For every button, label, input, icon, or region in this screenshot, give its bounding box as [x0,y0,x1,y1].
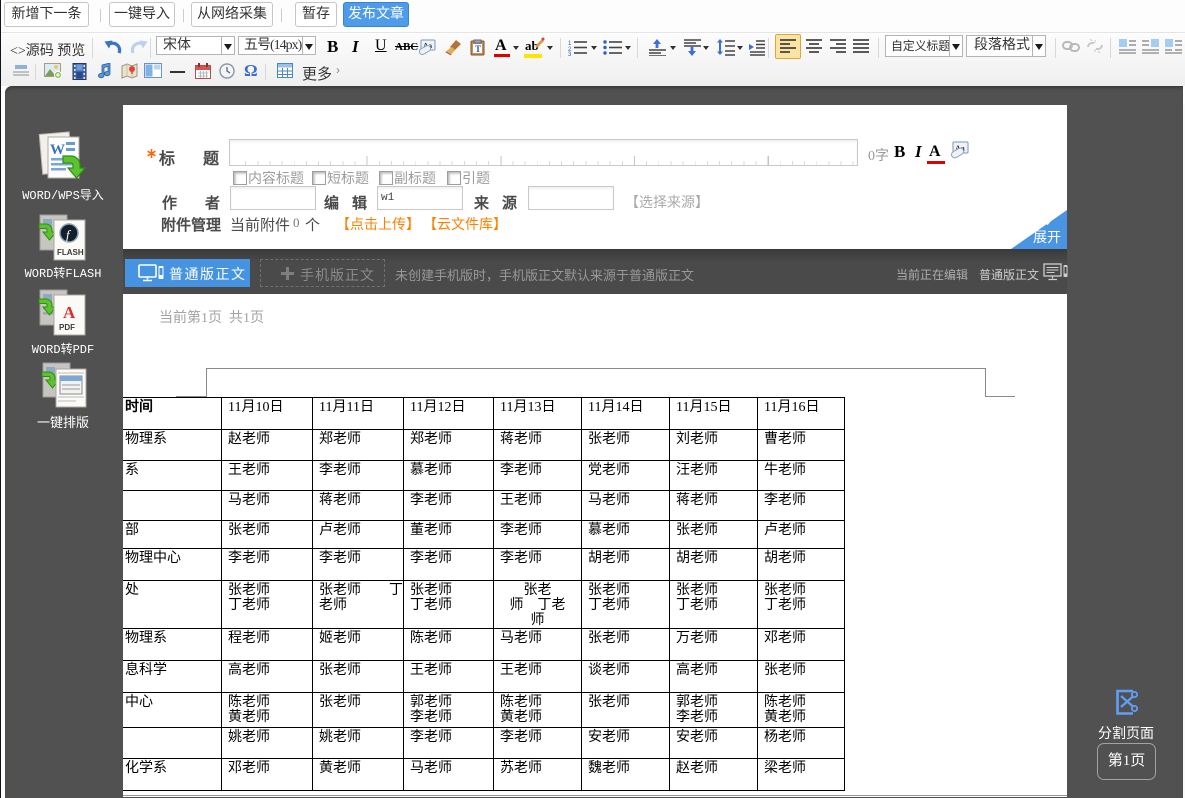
svg-text:PDF: PDF [59,323,75,332]
svg-text:FLASH: FLASH [57,248,84,257]
svg-text:A: A [63,303,76,322]
svg-text:3: 3 [568,52,572,56]
svg-text:T: T [475,44,481,54]
